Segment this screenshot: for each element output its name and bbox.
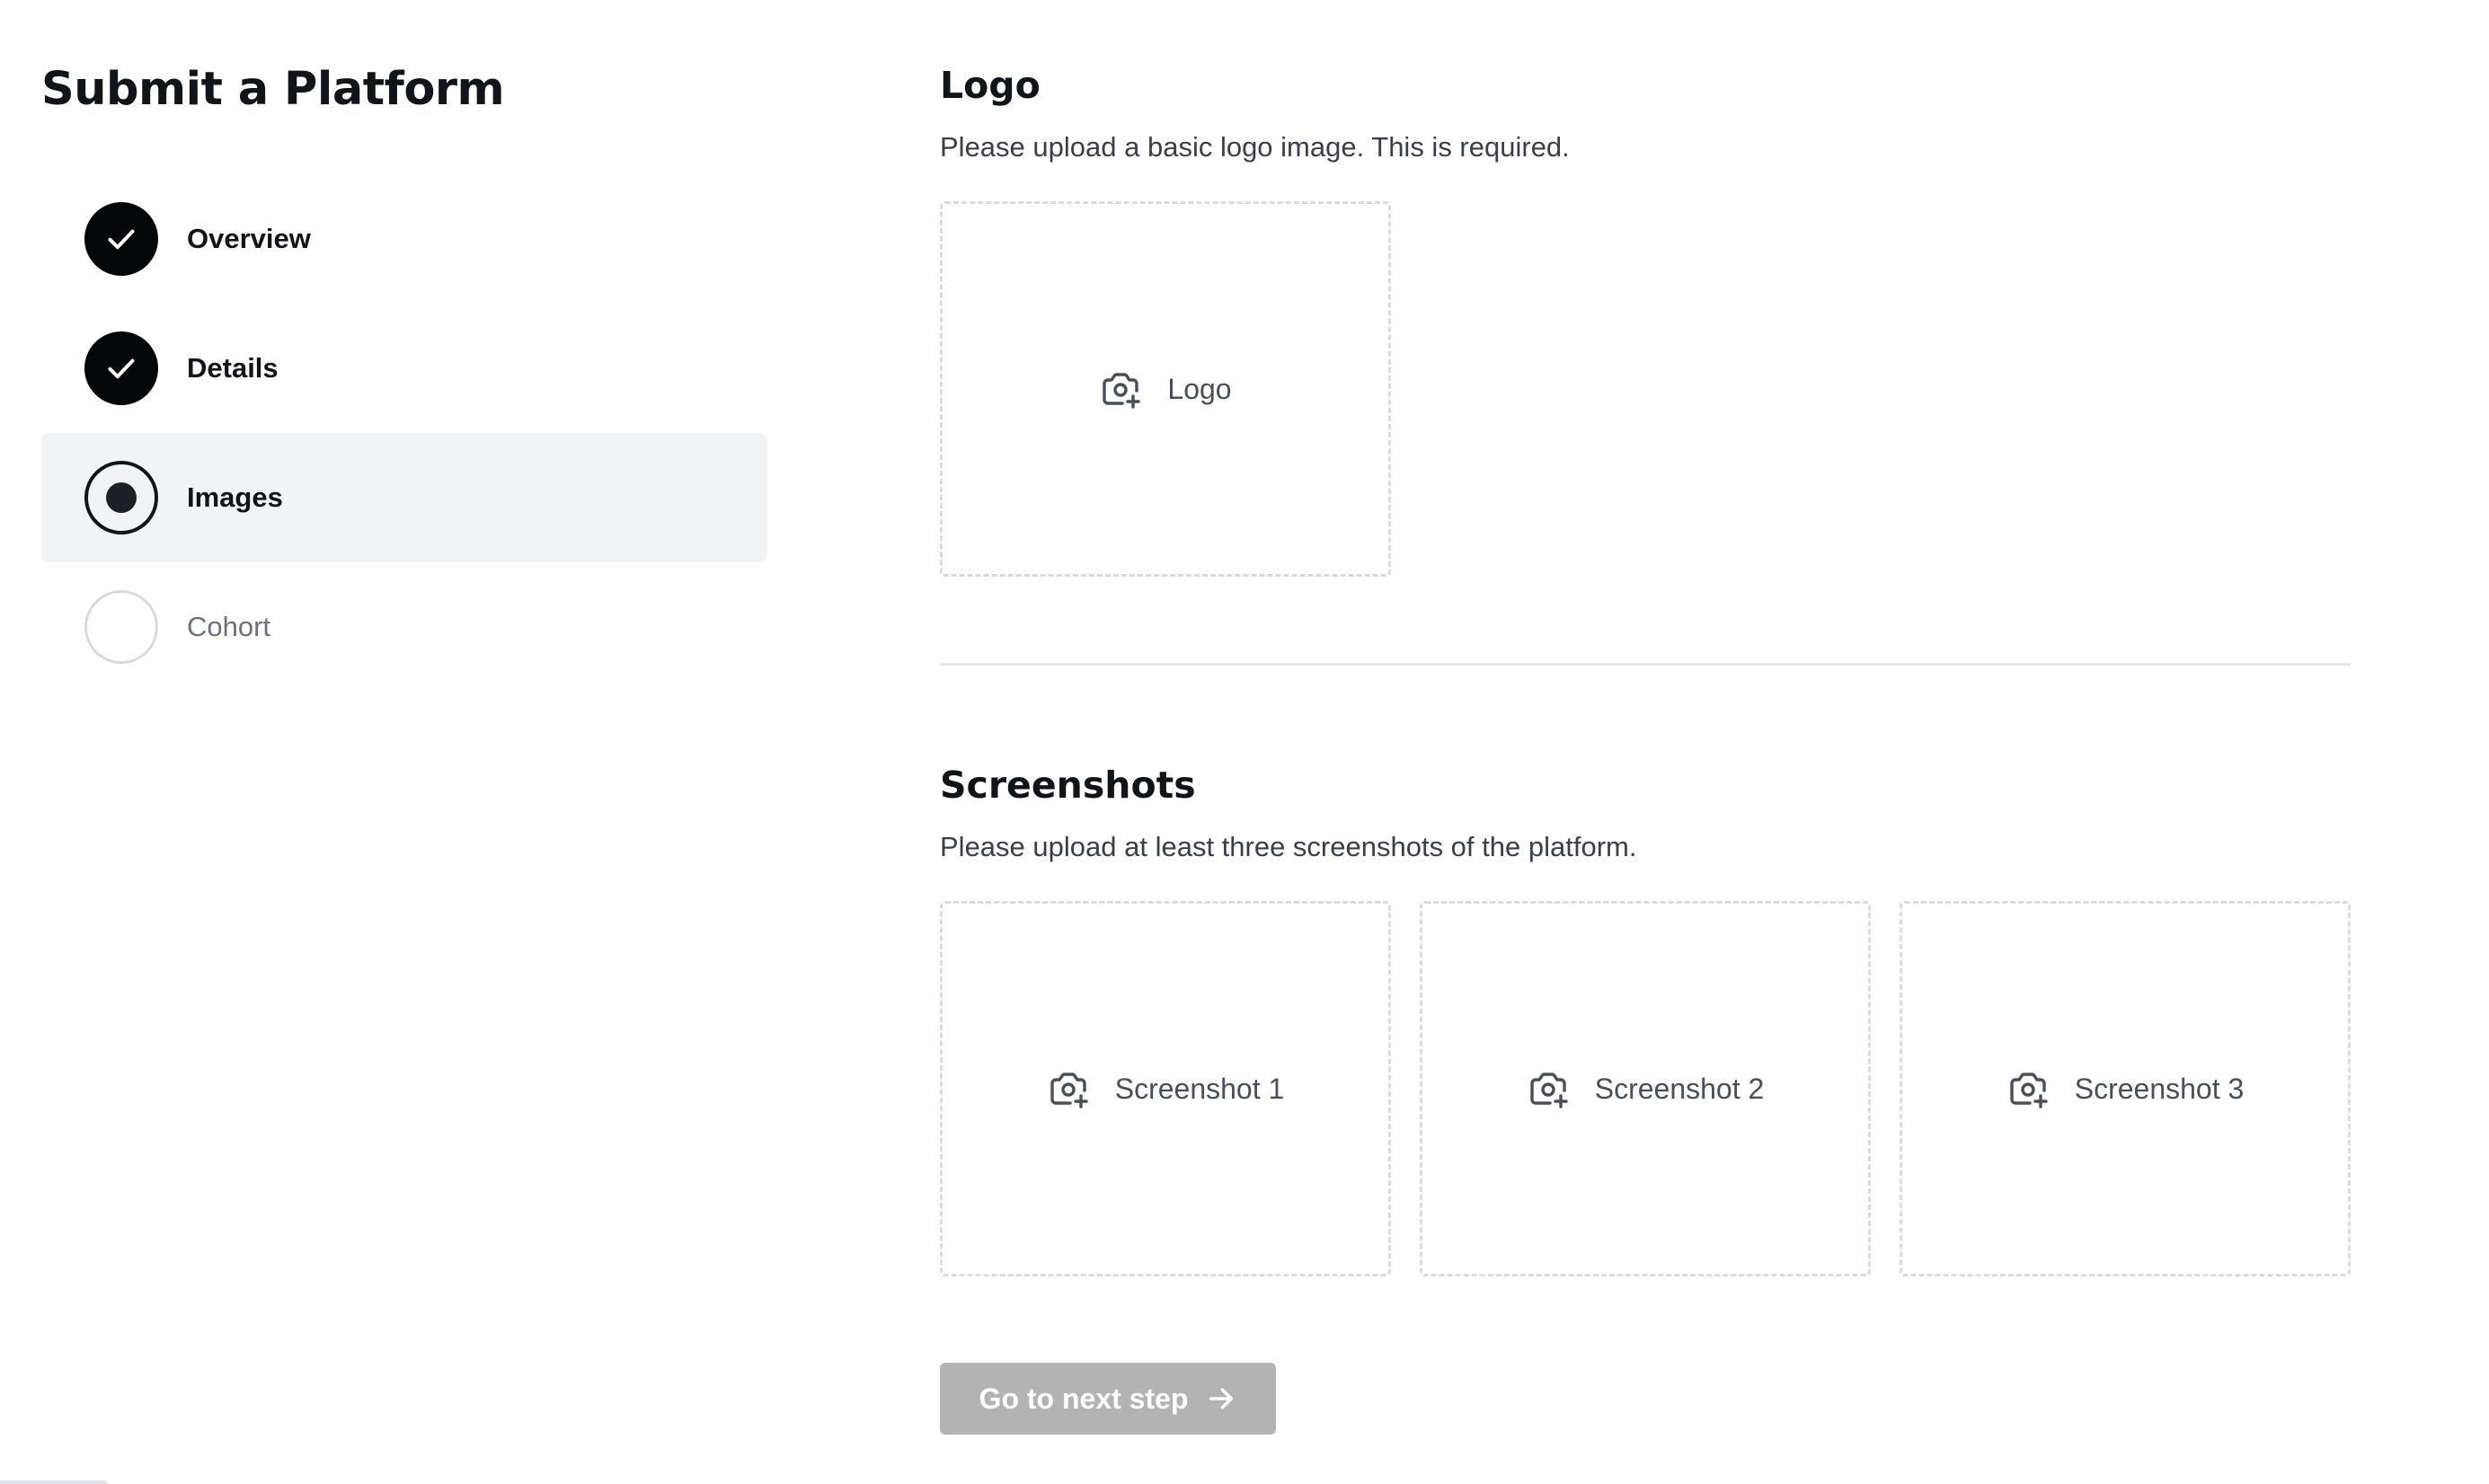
upload-content: Screenshot 1 xyxy=(1047,1067,1285,1110)
screenshot-1-dropzone[interactable]: Screenshot 1 xyxy=(940,901,1391,1276)
next-step-label: Go to next step xyxy=(979,1382,1189,1415)
screenshots-section-description: Please upload at least three screenshots… xyxy=(940,831,1637,862)
check-icon xyxy=(108,358,135,379)
stepper-sidebar: Submit a Platform Overview Details Image… xyxy=(41,54,767,706)
upload-content: Screenshot 2 xyxy=(1527,1067,1765,1110)
step-complete-indicator xyxy=(84,202,158,276)
camera-plus-icon xyxy=(2010,1073,2048,1109)
page-title: Submit a Platform xyxy=(41,63,505,116)
logo-section: Logo Please upload a basic logo image. T… xyxy=(940,54,2351,577)
upload-label: Screenshot 3 xyxy=(2074,1072,2245,1105)
camera-plus-icon xyxy=(1103,373,1141,409)
screenshots-section: Screenshots Please upload at least three… xyxy=(940,754,2351,1276)
step-current-indicator xyxy=(84,461,158,534)
step-cohort[interactable]: Cohort xyxy=(41,562,767,692)
step-label: Overview xyxy=(187,223,311,254)
next-step-button[interactable]: Go to next step xyxy=(940,1363,1276,1435)
step-label: Details xyxy=(187,352,279,384)
upload-content: Screenshot 3 xyxy=(2006,1067,2245,1110)
step-images[interactable]: Images xyxy=(41,433,767,562)
step-overview[interactable]: Overview xyxy=(41,174,767,304)
step-pending-indicator xyxy=(84,590,158,664)
logo-upload-dropzone[interactable]: Logo xyxy=(940,201,1391,577)
section-divider xyxy=(940,663,2351,666)
camera-plus-icon xyxy=(1530,1073,1568,1109)
logo-section-title: Logo xyxy=(940,64,1041,107)
camera-plus-icon xyxy=(1050,1073,1088,1109)
upload-label: Logo xyxy=(1167,372,1232,405)
step-label: Images xyxy=(187,481,283,513)
screenshots-section-title: Screenshots xyxy=(940,764,1196,807)
upload-label: Screenshot 2 xyxy=(1594,1072,1765,1105)
screenshot-3-dropzone[interactable]: Screenshot 3 xyxy=(1900,901,2351,1276)
radio-dot-icon xyxy=(106,482,137,513)
step-list: Overview Details Images Cohort xyxy=(41,174,767,692)
main-content: Logo Please upload a basic logo image. T… xyxy=(940,54,2351,1435)
logo-section-description: Please upload a basic logo image. This i… xyxy=(940,131,1570,163)
check-icon xyxy=(108,229,135,250)
page: Submit a Platform Overview Details Image… xyxy=(0,0,2489,1484)
step-details[interactable]: Details xyxy=(41,304,767,433)
screenshot-2-dropzone[interactable]: Screenshot 2 xyxy=(1420,901,1871,1276)
step-label: Cohort xyxy=(187,611,271,642)
bottom-corner-edge xyxy=(0,1480,108,1484)
screenshot-uploads: Screenshot 1 Screenshot 2 Screenshot 3 xyxy=(940,901,2351,1276)
upload-content: Logo xyxy=(1099,367,1232,411)
step-complete-indicator xyxy=(84,331,158,405)
arrow-right-icon xyxy=(1209,1388,1234,1409)
upload-label: Screenshot 1 xyxy=(1114,1072,1285,1105)
